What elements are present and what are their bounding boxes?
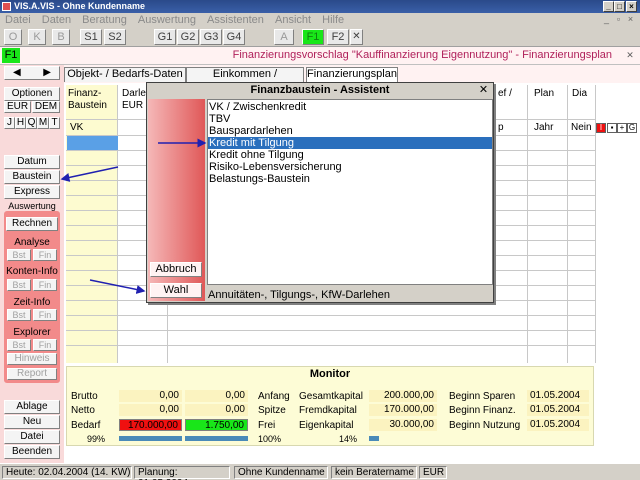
arrow-to-baustein-icon	[60, 166, 119, 182]
arrow-to-wahl-icon	[89, 279, 146, 294]
annotation-arrows	[60, 138, 207, 294]
